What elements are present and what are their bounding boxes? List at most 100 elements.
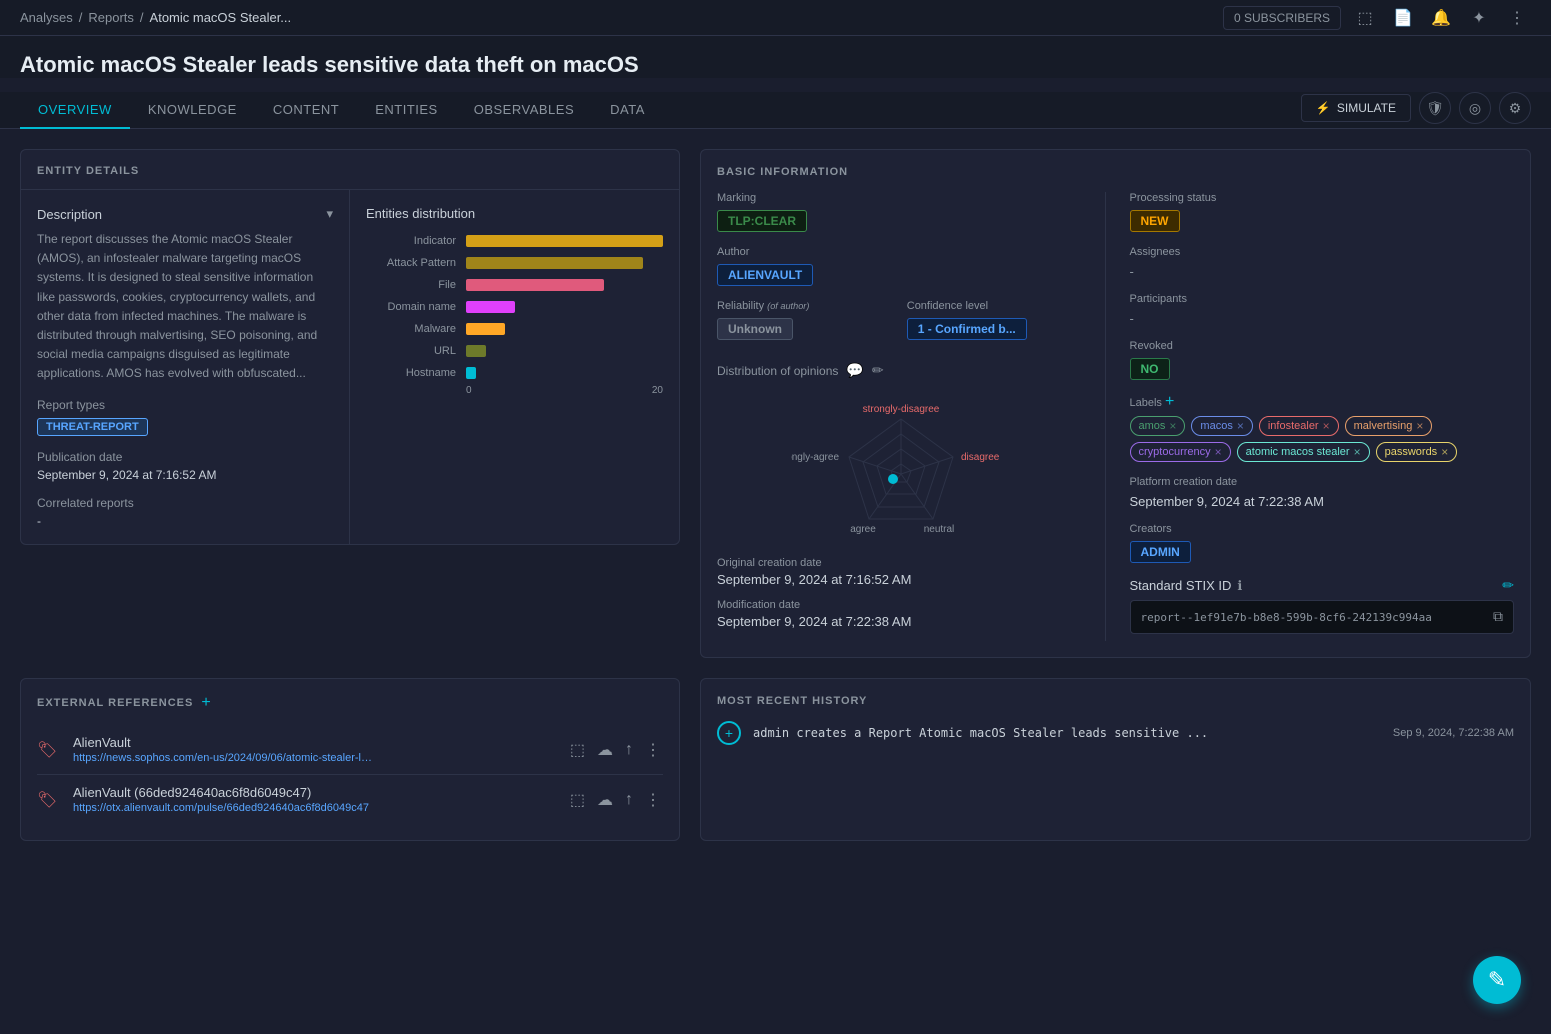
tab-knowledge[interactable]: KNOWLEDGE <box>130 92 255 129</box>
bar-label: URL <box>366 345 456 357</box>
bar-row: Indicator <box>366 235 663 247</box>
stix-header: Standard STIX ID ℹ ✏ <box>1130 577 1515 594</box>
add-label-button[interactable]: + <box>1165 394 1174 410</box>
remove-label-icon[interactable]: × <box>1215 445 1222 459</box>
participants-value: - <box>1130 311 1515 326</box>
participants-field: Participants - <box>1130 293 1515 326</box>
svg-text:disagree: disagree <box>961 452 1000 463</box>
description-header: Description ▾ <box>37 206 333 222</box>
revoked-label: Revoked <box>1130 340 1515 352</box>
creators-field: Creators ADMIN <box>1130 523 1515 563</box>
publication-date-value: September 9, 2024 at 7:16:52 AM <box>37 468 333 482</box>
ref-link-icon[interactable]: ⬚ <box>568 788 587 812</box>
ref-more-icon[interactable]: ⋮ <box>643 788 663 812</box>
more-icon[interactable]: ⋮ <box>1503 4 1531 32</box>
tab-entities[interactable]: ENTITIES <box>357 92 456 129</box>
publication-date-section: Publication date September 9, 2024 at 7:… <box>37 450 333 482</box>
remove-label-icon[interactable]: × <box>1416 419 1423 433</box>
tabs-bar: OVERVIEW KNOWLEDGE CONTENT ENTITIES OBSE… <box>0 92 1551 129</box>
breadcrumb-analyses[interactable]: Analyses <box>20 10 73 25</box>
author-badge[interactable]: ALIENVAULT <box>717 264 813 286</box>
ref-upload-icon[interactable]: ☁ <box>595 738 615 762</box>
subscribers-button[interactable]: 0 SUBSCRIBERS <box>1223 6 1341 30</box>
svg-text:strongly-disagree: strongly-disagree <box>862 404 939 415</box>
marking-field: Marking TLP:CLEAR <box>717 192 1085 232</box>
assignees-value: - <box>1130 264 1515 279</box>
shield-icon[interactable]: 🛡 <box>1419 92 1451 124</box>
history-item: + admin creates a Report Atomic macOS St… <box>717 721 1514 745</box>
bar-track <box>466 345 663 357</box>
bar-fill <box>466 279 604 291</box>
label-chip: malvertising × <box>1345 416 1433 436</box>
settings-icon[interactable]: ⚙ <box>1499 92 1531 124</box>
revoked-field: Revoked NO <box>1130 340 1515 380</box>
bar-label: Attack Pattern <box>366 257 456 269</box>
edit-opinions-icon[interactable]: ✏ <box>872 362 884 379</box>
radar-chart: strongly-disagree disagree neutral agree… <box>717 389 1085 549</box>
basic-info-right: Processing status NEW Assignees - Partic… <box>1126 192 1515 641</box>
original-creation-field: Original creation date September 9, 2024… <box>717 557 1085 587</box>
basic-info-grid: Marking TLP:CLEAR Author ALIENVAULT Reli… <box>717 192 1514 641</box>
ref-tag-icon: 🏷 <box>37 740 61 760</box>
dates-section: Original creation date September 9, 2024… <box>717 557 1085 629</box>
label-chip: cryptocurrency × <box>1130 442 1231 462</box>
collapse-icon[interactable]: ▾ <box>326 206 333 222</box>
creators-badge[interactable]: ADMIN <box>1130 541 1191 563</box>
add-reference-button[interactable]: + <box>201 695 210 711</box>
bell-icon[interactable]: 🔔 <box>1427 4 1455 32</box>
copy-stix-icon[interactable]: ⧉ <box>1493 609 1503 625</box>
basic-info-panel: BASIC INFORMATION Marking TLP:CLEAR Auth… <box>700 149 1531 658</box>
ref-more-icon[interactable]: ⋮ <box>643 738 663 762</box>
fab-edit-button[interactable]: ✎ <box>1473 956 1521 1004</box>
remove-label-icon[interactable]: × <box>1237 419 1244 433</box>
axis-end: 20 <box>652 385 663 396</box>
author-field: Author ALIENVAULT <box>717 246 1085 286</box>
bar-fill <box>466 301 515 313</box>
bar-track <box>466 257 663 269</box>
ref-cloud-icon[interactable]: ↑ <box>623 788 635 812</box>
remove-label-icon[interactable]: × <box>1354 445 1361 459</box>
remove-label-icon[interactable]: × <box>1323 419 1330 433</box>
ref-link-icon[interactable]: ⬚ <box>568 738 587 762</box>
stix-edit-icon[interactable]: ✏ <box>1502 577 1514 594</box>
stix-label: Standard STIX ID <box>1130 578 1232 593</box>
bar-label: Indicator <box>366 235 456 247</box>
breadcrumb: Analyses / Reports / Atomic macOS Steale… <box>20 10 291 25</box>
bar-chart: IndicatorAttack PatternFileDomain nameMa… <box>366 235 663 379</box>
tab-content[interactable]: CONTENT <box>255 92 357 129</box>
tab-observables[interactable]: OBSERVABLES <box>456 92 592 129</box>
bar-row: URL <box>366 345 663 357</box>
export-icon[interactable]: ⬚ <box>1351 4 1379 32</box>
ref-info: AlienVault (66ded924640ac6f8d6049c47) ht… <box>73 785 556 814</box>
main-content: ENTITY DETAILS Description ▾ The report … <box>0 129 1551 678</box>
bar-fill <box>466 323 505 335</box>
remove-label-icon[interactable]: × <box>1441 445 1448 459</box>
ref-upload-icon[interactable]: ☁ <box>595 788 615 812</box>
history-header: MOST RECENT HISTORY <box>717 695 1514 707</box>
simulate-button[interactable]: ⚡ SIMULATE <box>1301 94 1411 122</box>
remove-label-icon[interactable]: × <box>1169 419 1176 433</box>
radar-svg: strongly-disagree disagree neutral agree… <box>791 394 1011 544</box>
platform-creation-label: Platform creation date <box>1130 476 1515 488</box>
stix-id-box: report--1ef91e7b-b8e8-599b-8cf6-242139c9… <box>1130 600 1515 634</box>
modification-field: Modification date September 9, 2024 at 7… <box>717 599 1085 629</box>
bar-fill <box>466 257 643 269</box>
stix-label-row: Standard STIX ID ℹ <box>1130 578 1243 594</box>
basic-info-title: BASIC INFORMATION <box>717 166 1514 178</box>
ref-cloud-icon[interactable]: ↑ <box>623 738 635 762</box>
bar-label: Malware <box>366 323 456 335</box>
ref-item: 🏷 AlienVault (66ded924640ac6f8d6049c47) … <box>37 775 663 824</box>
author-label: Author <box>717 246 1085 258</box>
document-icon[interactable]: 📄 <box>1389 4 1417 32</box>
breadcrumb-current: Atomic macOS Stealer... <box>150 10 292 25</box>
ref-tag-icon: 🏷 <box>37 790 61 810</box>
tab-overview[interactable]: OVERVIEW <box>20 92 130 129</box>
add-icon[interactable]: ✦ <box>1465 4 1493 32</box>
target-icon[interactable]: ◎ <box>1459 92 1491 124</box>
breadcrumb-reports[interactable]: Reports <box>88 10 134 25</box>
confidence-badge: 1 - Confirmed b... <box>907 318 1027 340</box>
chat-icon[interactable]: 💬 <box>846 362 863 379</box>
bar-fill <box>466 345 486 357</box>
tab-data[interactable]: DATA <box>592 92 663 129</box>
stix-info-icon[interactable]: ℹ <box>1237 578 1242 594</box>
